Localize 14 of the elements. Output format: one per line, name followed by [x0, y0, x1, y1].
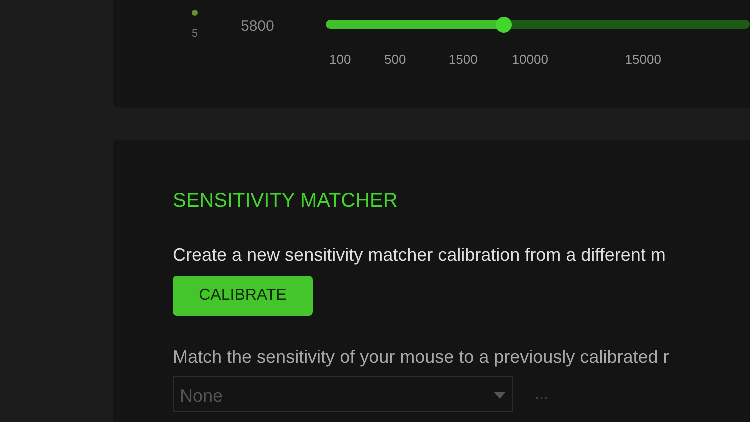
create-description: Create a new sensitivity matcher calibration from a different m — [173, 244, 667, 266]
calibrate-button[interactable]: CALIBRATE — [173, 276, 313, 316]
slider-track[interactable] — [326, 20, 750, 29]
caret-icon — [494, 392, 506, 400]
stage-value: 5800 — [241, 17, 274, 37]
section-title: SENSITIVITY MATCHER — [173, 189, 399, 214]
tick-label: 10000 — [512, 51, 548, 69]
tick-label: 1500 — [448, 51, 478, 69]
match-description: Match the sensitivity of your mouse to a previously calibrated r — [173, 346, 670, 368]
calibration-dropdown[interactable]: None — [173, 376, 513, 412]
tick-label: 100 — [330, 51, 352, 69]
tick-label: 15000 — [625, 51, 662, 69]
slider-thumb[interactable] — [496, 17, 512, 33]
tick-label: 500 — [384, 51, 406, 69]
